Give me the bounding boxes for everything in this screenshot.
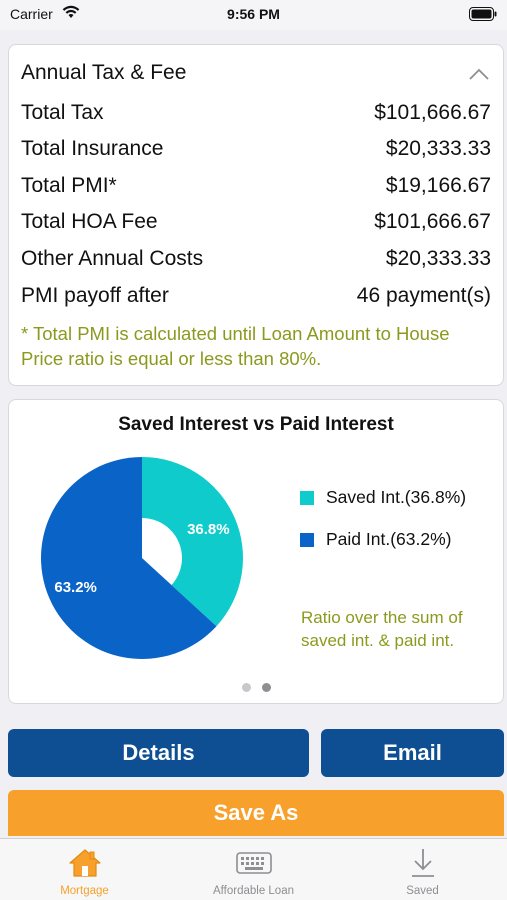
legend-swatch-paid <box>300 532 314 547</box>
row-label: PMI payoff after <box>21 284 169 307</box>
row-total-pmi: Total PMI* $19,166.67 <box>21 170 491 202</box>
legend-swatch-saved <box>300 490 314 505</box>
pmi-note: * Total PMI is calculated until Loan Amo… <box>21 323 450 369</box>
details-button[interactable]: Details <box>8 729 309 777</box>
row-value: $19,166.67 <box>385 174 491 197</box>
row-label: Other Annual Costs <box>21 247 204 270</box>
row-other-annual-costs: Other Annual Costs $20,333.33 <box>21 243 491 275</box>
row-value: $101,666.67 <box>374 210 491 233</box>
battery-icon <box>469 7 497 26</box>
card-title: Annual Tax & Fee <box>21 61 187 84</box>
download-icon <box>409 847 437 879</box>
legend-item-paid: Paid Int.(63.2%) <box>300 529 451 550</box>
annual-tax-fee-card: Annual Tax & Fee Total Tax $101,666.67 T… <box>8 44 504 386</box>
row-value: $20,333.33 <box>385 137 491 160</box>
tab-saved[interactable]: Saved <box>338 839 507 900</box>
row-label: Total PMI* <box>21 174 117 197</box>
slice-label: 63.2% <box>54 579 97 596</box>
keyboard-icon <box>235 847 272 879</box>
tab-label: Mortgage <box>60 885 109 897</box>
house-icon <box>68 847 102 879</box>
row-label: Total HOA Fee <box>21 210 158 233</box>
interest-chart-card[interactable]: Saved Interest vs Paid Interest 36.8% 63.… <box>8 399 504 704</box>
row-value: $20,333.33 <box>385 247 491 270</box>
tab-bar: Mortgage Affordable Loan Saved <box>0 838 507 900</box>
row-pmi-payoff: PMI payoff after 46 payment(s) <box>21 280 491 312</box>
page-dot-active[interactable] <box>261 683 271 692</box>
row-total-tax: Total Tax $101,666.67 <box>21 97 491 129</box>
chart-title: Saved Interest vs Paid Interest <box>118 414 394 435</box>
row-label: Total Insurance <box>21 137 164 160</box>
page-dot[interactable] <box>241 683 251 692</box>
chevron-up-icon[interactable] <box>469 67 489 85</box>
legend-label: Saved Int.(36.8%) <box>326 487 467 507</box>
donut-chart: 36.8% 63.2% <box>41 457 243 659</box>
clock-time: 9:56 PM <box>227 6 280 22</box>
row-total-hoa-fee: Total HOA Fee $101,666.67 <box>21 206 491 238</box>
legend-item-saved: Saved Int.(36.8%) <box>300 487 466 508</box>
email-button[interactable]: Email <box>321 729 504 777</box>
row-total-insurance: Total Insurance $20,333.33 <box>21 133 491 165</box>
row-label: Total Tax <box>21 101 104 124</box>
tab-mortgage[interactable]: Mortgage <box>0 839 169 900</box>
tab-label: Affordable Loan <box>213 885 294 897</box>
page-indicator[interactable] <box>9 683 503 692</box>
tab-affordable-loan[interactable]: Affordable Loan <box>169 839 338 900</box>
tab-label: Saved <box>406 885 439 897</box>
status-bar: Carrier 9:56 PM <box>0 0 507 30</box>
save-as-button[interactable]: Save As <box>8 790 504 836</box>
row-value: $101,666.67 <box>374 101 491 124</box>
row-value: 46 payment(s) <box>356 284 491 307</box>
legend-label: Paid Int.(63.2%) <box>326 529 452 549</box>
ratio-note: Ratio over the sum of saved int. & paid … <box>301 608 463 650</box>
slice-label: 36.8% <box>187 521 230 538</box>
